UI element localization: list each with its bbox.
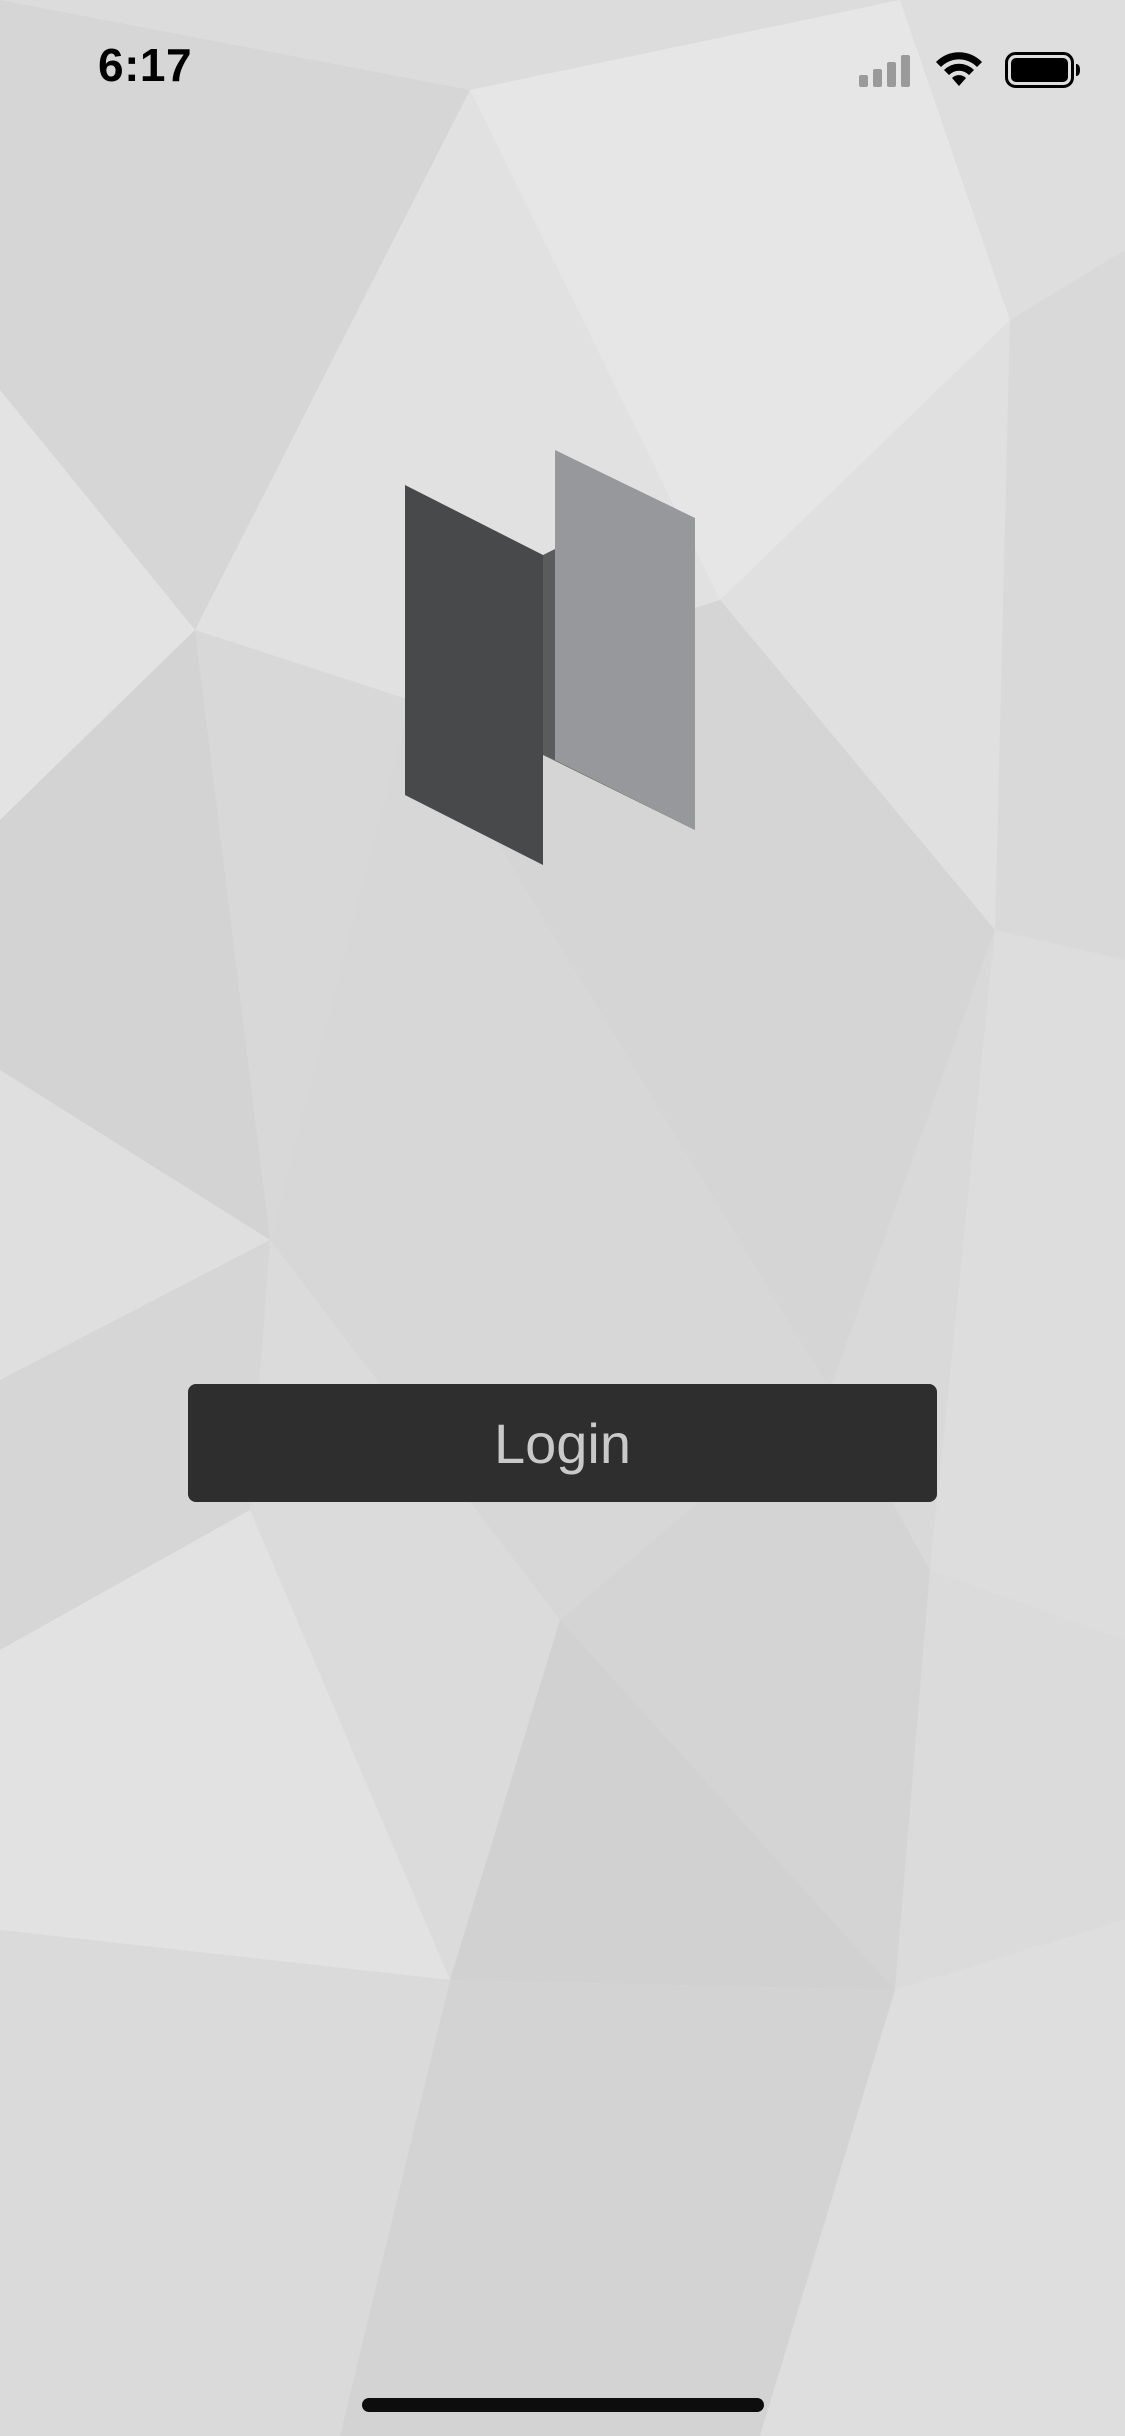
login-button-label: Login bbox=[493, 1411, 632, 1475]
low-poly-background bbox=[0, 0, 1125, 2436]
login-button[interactable]: Login bbox=[188, 1384, 937, 1502]
status-icons bbox=[859, 48, 1081, 92]
status-time: 6:17 bbox=[98, 39, 193, 91]
wifi-icon bbox=[936, 52, 982, 86]
battery-icon bbox=[1005, 52, 1080, 88]
app-logo-icon bbox=[405, 450, 695, 865]
login-screen: 6:17 Login bbox=[0, 0, 1125, 2436]
status-bar: 6:17 bbox=[0, 0, 1125, 140]
home-indicator[interactable] bbox=[362, 2398, 764, 2412]
cellular-signal-icon bbox=[859, 55, 910, 87]
